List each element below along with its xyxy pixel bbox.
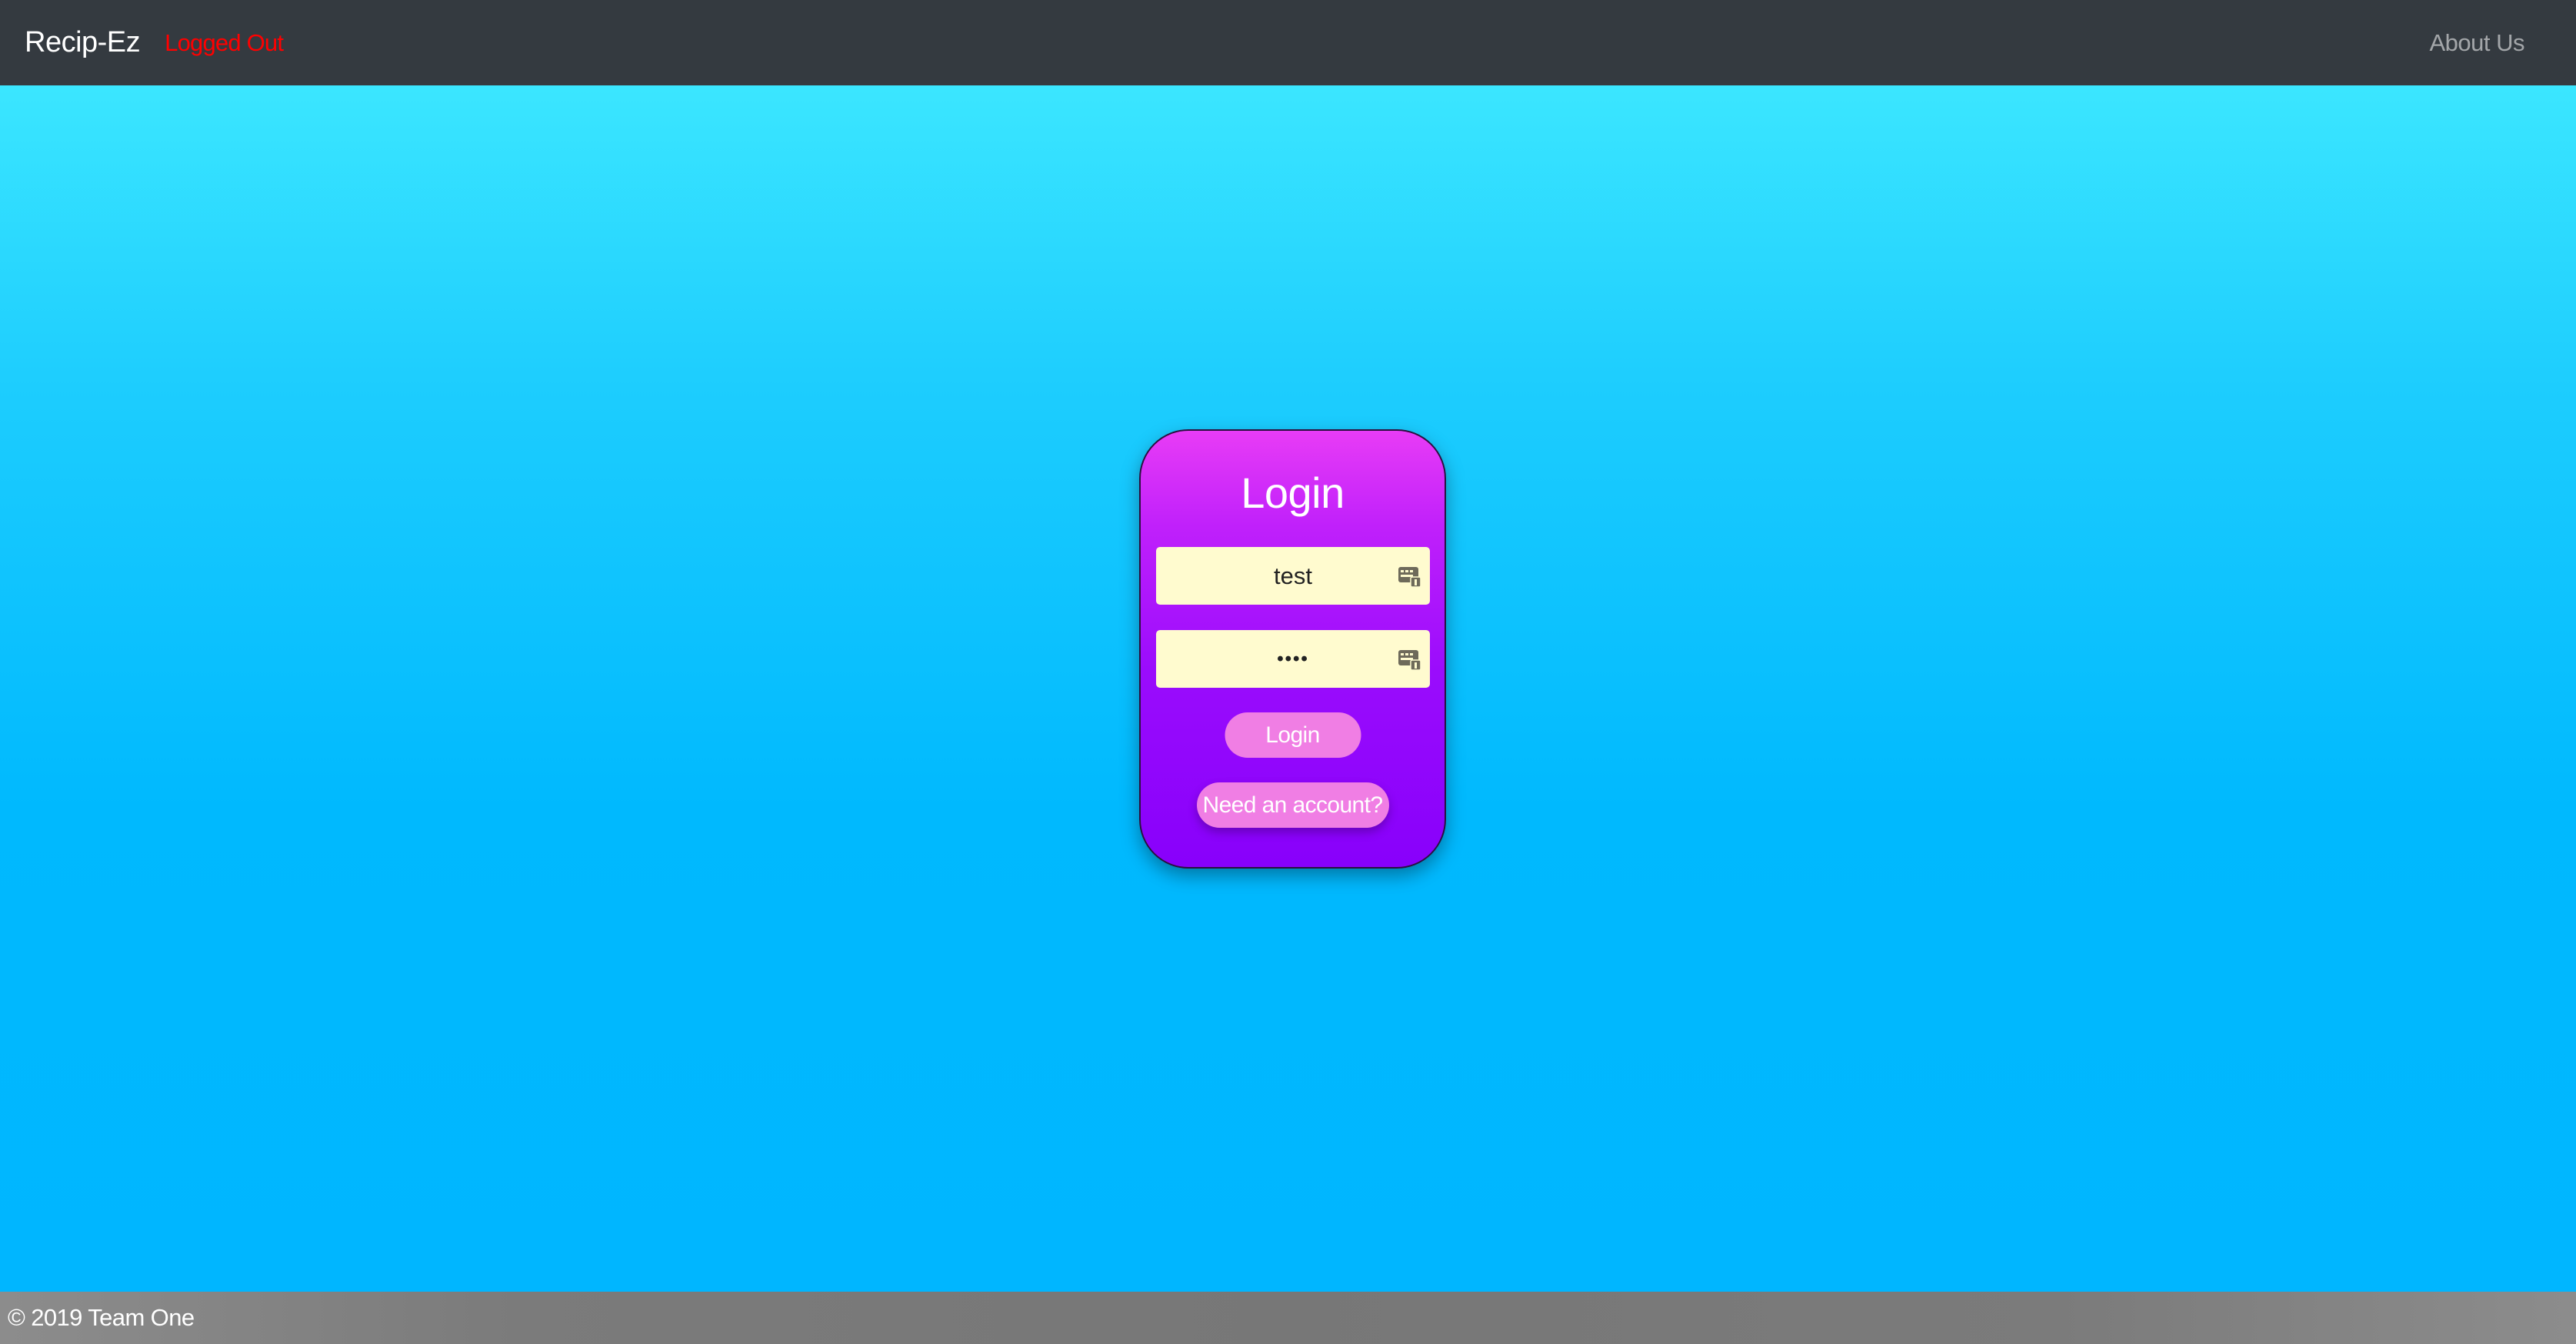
login-title: Login [1241, 469, 1345, 517]
username-value: test [1274, 562, 1312, 589]
copyright-text: © 2019 Team One [8, 1304, 195, 1331]
page-footer: © 2019 Team One [0, 1292, 2576, 1344]
brand-logo[interactable]: Recip-Ez [25, 26, 141, 59]
password-input[interactable]: •••• [1156, 630, 1430, 688]
password-value: •••• [1277, 648, 1309, 669]
need-account-button[interactable]: Need an account? [1196, 782, 1389, 828]
password-manager-icon[interactable] [1398, 564, 1422, 589]
login-status: Logged Out [165, 28, 284, 56]
username-input[interactable]: test [1156, 547, 1430, 605]
main-content: Login test •••• Login Need an account? [0, 85, 2576, 1292]
top-navbar: Recip-Ez Logged Out About Us [0, 0, 2576, 85]
password-manager-icon[interactable] [1398, 647, 1422, 672]
about-us-link[interactable]: About Us [2429, 29, 2524, 57]
login-card: Login test •••• Login Need an account? [1139, 429, 1446, 869]
login-button[interactable]: Login [1225, 712, 1361, 758]
